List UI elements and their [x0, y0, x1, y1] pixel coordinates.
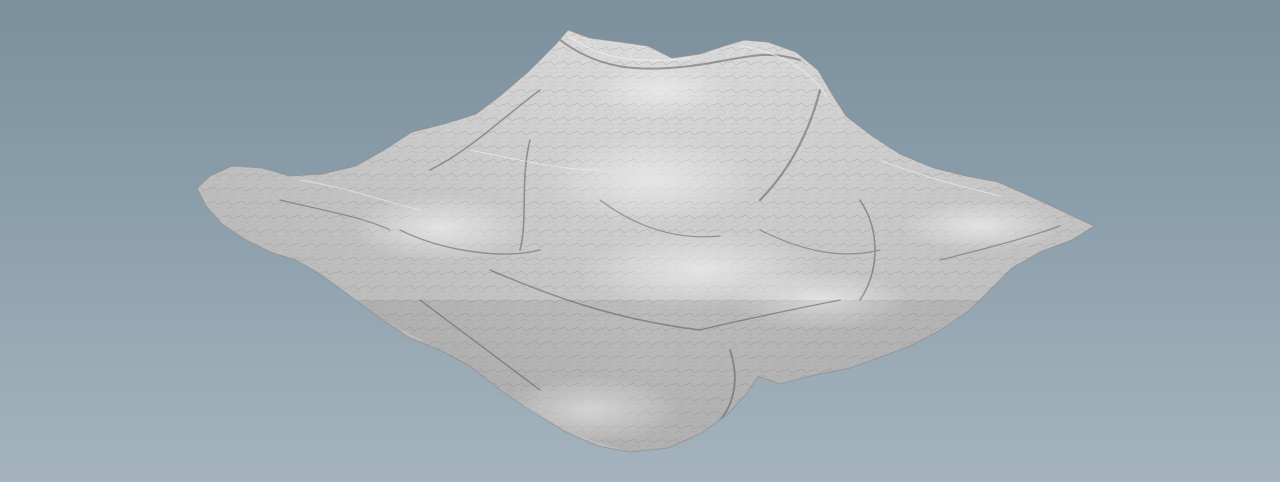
terrain-mesh[interactable]: [0, 0, 1280, 482]
3d-viewport[interactable]: [0, 0, 1280, 482]
terrain-detail: [197, 30, 1094, 452]
